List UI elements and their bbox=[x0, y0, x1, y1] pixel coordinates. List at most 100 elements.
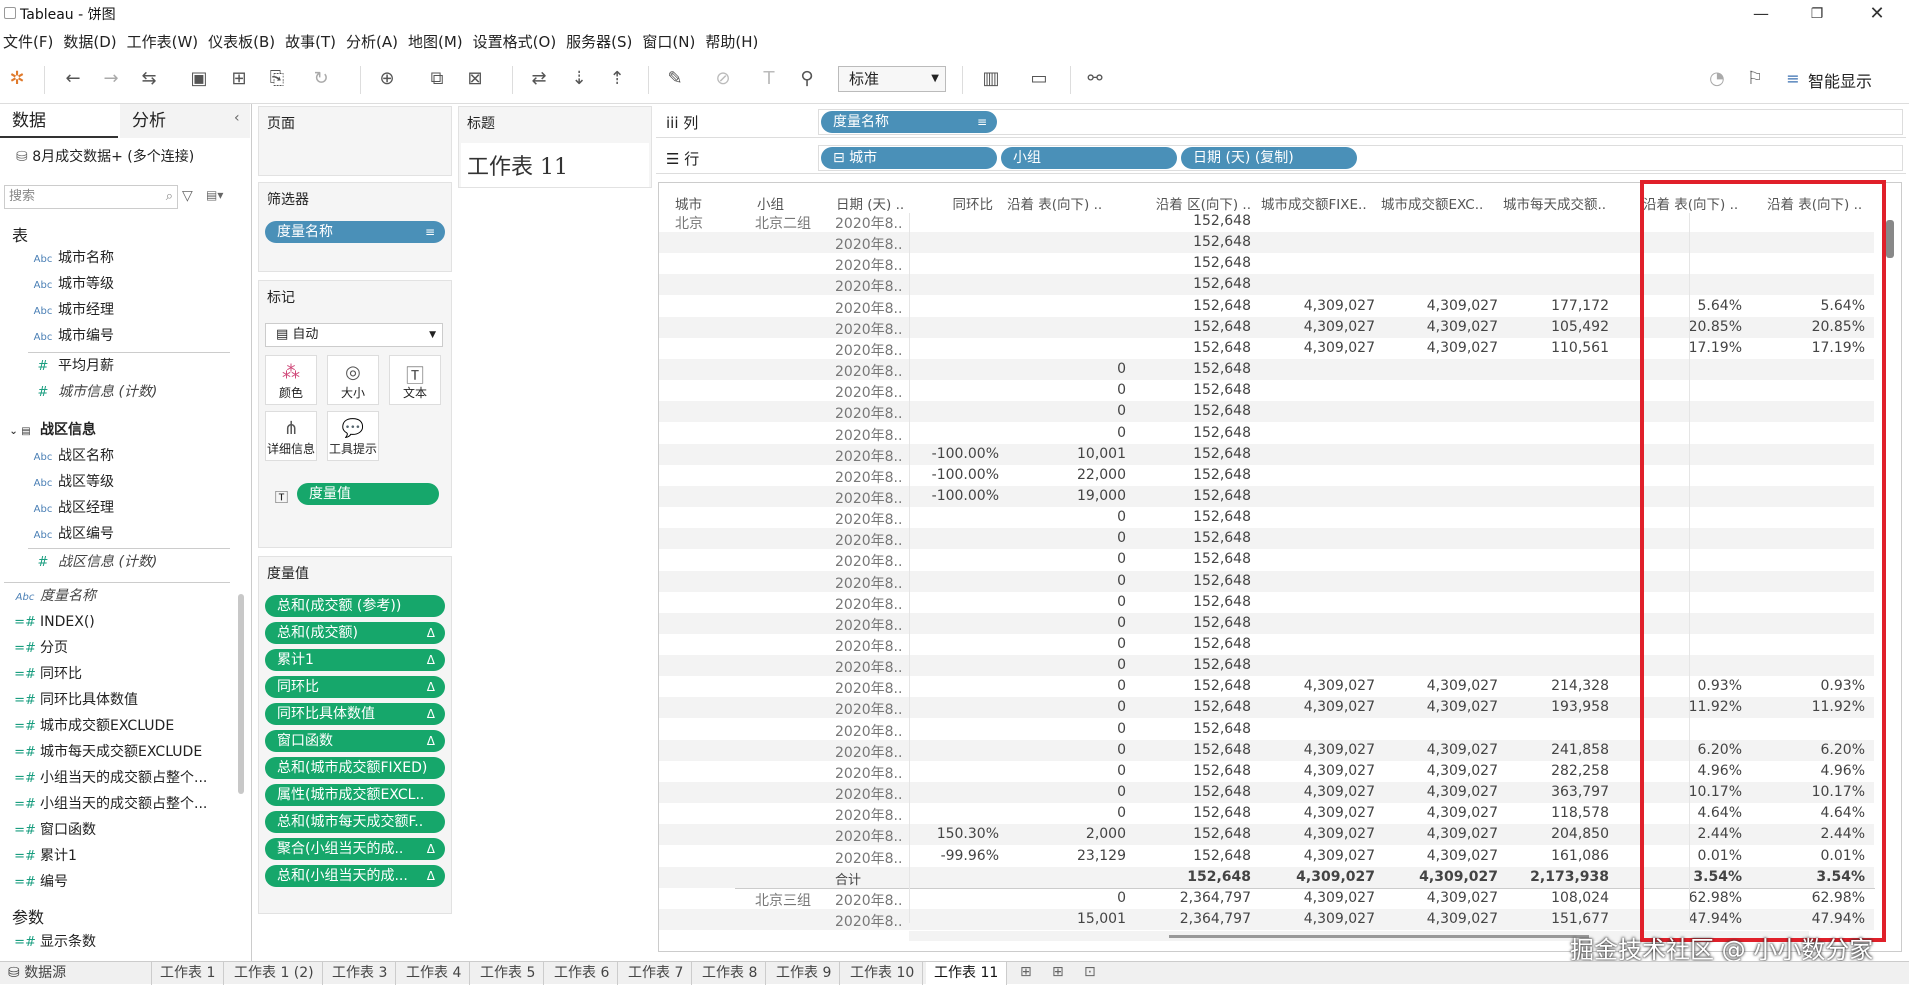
column-header[interactable]: 沿着 表(向下) .. bbox=[1007, 193, 1125, 213]
datasource-name[interactable]: ⛁ 8月成交数据+ (多个连接) bbox=[16, 146, 194, 166]
mv-pill[interactable]: 累计1 Δ bbox=[265, 649, 445, 671]
group-icon[interactable]: ⊘ bbox=[712, 68, 734, 90]
worksheet-title[interactable]: 工作表 11 bbox=[461, 143, 649, 187]
new-dashboard-icon[interactable]: ⊞ bbox=[1052, 964, 1064, 980]
param-display-count[interactable]: =# 显示条数 bbox=[10, 930, 240, 954]
row-pill-group[interactable]: 小组 bbox=[1001, 147, 1177, 169]
group-zone-info[interactable]: ⌄ ▤ 战区信息 bbox=[0, 418, 230, 442]
mark-type-select[interactable]: ▤ 自动 ▼ bbox=[265, 323, 443, 347]
tab-sheet[interactable]: 工作表 10 bbox=[842, 962, 924, 985]
swap-icon[interactable]: ⇄ bbox=[528, 68, 550, 90]
filter-pill-measure-names[interactable]: 度量名称 ≡ bbox=[265, 221, 445, 243]
rows-shelf[interactable]: ☰ 行 ⊟ 城市 小组 日期 (天) (复制) bbox=[656, 142, 1906, 174]
pause-update-icon[interactable]: ⎘ bbox=[266, 68, 288, 90]
fit-select[interactable]: 标准 ▼ bbox=[838, 66, 946, 92]
sort-asc-icon[interactable]: ⇣ bbox=[568, 68, 590, 90]
rows-drop-area[interactable]: ⊟ 城市 小组 日期 (天) (复制) bbox=[818, 145, 1903, 171]
mv-pill[interactable]: 总和(成交额 (参考)) bbox=[265, 595, 445, 617]
column-header[interactable]: 小组 bbox=[757, 193, 817, 213]
new-worksheet-icon[interactable]: ⊞ bbox=[1020, 964, 1032, 980]
column-header[interactable]: 沿着 区(向下) .. bbox=[1129, 193, 1251, 213]
menu-data[interactable]: 数据(D) bbox=[60, 31, 123, 52]
columns-shelf[interactable]: iii 列 度量名称 ≡ bbox=[656, 106, 1906, 138]
refresh-icon[interactable]: ↻ bbox=[310, 68, 332, 90]
calc-field-index[interactable]: =# INDEX() bbox=[10, 610, 240, 634]
menu-analysis[interactable]: 分析(A) bbox=[343, 31, 405, 52]
sort-desc-icon[interactable]: ⇡ bbox=[606, 68, 628, 90]
menu-file[interactable]: 文件(F) bbox=[0, 31, 60, 52]
tab-sheet[interactable]: 工作表 9 bbox=[768, 962, 841, 985]
search-input[interactable]: 搜索 ⌕ bbox=[4, 185, 178, 209]
new-datasource-icon[interactable]: ⊞ bbox=[228, 68, 250, 90]
undo-icon[interactable]: ← bbox=[62, 68, 84, 90]
restore-button[interactable]: ❐ bbox=[1792, 0, 1842, 28]
mv-pill[interactable]: 同环比具体数值 Δ bbox=[265, 703, 445, 725]
calc-field-group-share-2[interactable]: =# 小组当天的成交额占整个... bbox=[10, 792, 240, 816]
calc-field-group-share-1[interactable]: =# 小组当天的成交额占整个... bbox=[10, 766, 240, 790]
tab-sheet[interactable]: 工作表 4 bbox=[398, 962, 471, 985]
field-zone-level[interactable]: Abc 战区等级 bbox=[28, 470, 258, 494]
menu-window[interactable]: 窗口(N) bbox=[639, 31, 702, 52]
menu-map[interactable]: 地图(M) bbox=[405, 31, 470, 52]
calc-field-paging[interactable]: =# 分页 bbox=[10, 636, 240, 660]
labels-icon[interactable]: T bbox=[758, 68, 780, 90]
menu-worksheet[interactable]: 工作表(W) bbox=[124, 31, 206, 52]
filters-shelf[interactable]: 筛选器 度量名称 ≡ bbox=[258, 182, 452, 272]
menu-format[interactable]: 设置格式(O) bbox=[470, 31, 564, 52]
field-city-manager[interactable]: Abc 城市经理 bbox=[28, 298, 258, 322]
tab-sheet[interactable]: 工作表 8 bbox=[694, 962, 767, 985]
tab-data[interactable]: 数据 bbox=[0, 104, 118, 138]
field-city-id[interactable]: Abc 城市编号 bbox=[28, 324, 258, 348]
presentation-icon[interactable]: ▭ bbox=[1028, 68, 1050, 90]
calc-field-number[interactable]: =# 编号 bbox=[10, 870, 240, 894]
mv-pill[interactable]: 总和(成交额) Δ bbox=[265, 622, 445, 644]
close-button[interactable]: ✕ bbox=[1852, 0, 1902, 28]
menu-help[interactable]: 帮助(H) bbox=[702, 31, 765, 52]
redo-icon[interactable]: → bbox=[100, 68, 122, 90]
row-pill-city[interactable]: ⊟ 城市 bbox=[821, 147, 997, 169]
pages-shelf[interactable]: 页面 bbox=[258, 106, 452, 176]
clear-sheet-icon[interactable]: ⊠ bbox=[464, 68, 486, 90]
duplicate-icon[interactable]: ⧉ bbox=[426, 68, 448, 90]
row-pill-date-copy[interactable]: 日期 (天) (复制) bbox=[1181, 147, 1357, 169]
field-zone-info-count[interactable]: # 战区信息 (计数) bbox=[28, 550, 258, 574]
mv-pill[interactable]: 同环比 Δ bbox=[265, 676, 445, 698]
tableau-start-icon[interactable]: ✲ bbox=[6, 68, 28, 90]
tab-sheet-active[interactable]: 工作表 11 bbox=[926, 962, 1008, 985]
explain-icon[interactable]: ⚐ bbox=[1744, 68, 1766, 90]
tab-sheet[interactable]: 工作表 6 bbox=[546, 962, 619, 985]
marks-detail-button[interactable]: ⋔ 详细信息 bbox=[265, 411, 317, 461]
col-pill-measure-names[interactable]: 度量名称 ≡ bbox=[821, 111, 997, 133]
column-header[interactable]: 日期 (天) .. bbox=[836, 193, 906, 213]
calc-field-yoy[interactable]: =# 同环比 bbox=[10, 662, 240, 686]
field-city-level[interactable]: Abc 城市等级 bbox=[28, 272, 258, 296]
tab-analysis[interactable]: 分析 bbox=[120, 104, 250, 138]
column-header[interactable]: 城市 bbox=[675, 193, 725, 213]
calc-field-city-exclude[interactable]: =# 城市成交额EXCLUDE bbox=[10, 714, 240, 738]
share-icon[interactable]: ⚯ bbox=[1084, 68, 1106, 90]
field-measure-names[interactable]: Abc 度量名称 bbox=[10, 584, 240, 608]
tab-sheet[interactable]: 工作表 1 (2) bbox=[226, 962, 323, 985]
marks-size-button[interactable]: ◎ 大小 bbox=[327, 355, 379, 405]
minimize-button[interactable]: — bbox=[1736, 0, 1786, 28]
tab-sheet[interactable]: 工作表 1 bbox=[152, 962, 225, 985]
new-worksheet-icon[interactable]: ⊕ bbox=[376, 68, 398, 90]
collapse-icon[interactable]: ‹ bbox=[234, 110, 240, 126]
field-zone-name[interactable]: Abc 战区名称 bbox=[28, 444, 258, 468]
highlight-icon[interactable]: ✎ bbox=[664, 68, 686, 90]
column-header[interactable]: 城市成交额EXC.. bbox=[1381, 193, 1483, 213]
marks-color-button[interactable]: ⁂ 颜色 bbox=[265, 355, 317, 405]
tab-datasource[interactable]: ⛁ 数据源 bbox=[0, 962, 152, 985]
mv-pill[interactable]: 窗口函数 Δ bbox=[265, 730, 445, 752]
ask-data-icon[interactable]: ◔ bbox=[1706, 68, 1728, 90]
data-pane-scrollbar[interactable] bbox=[238, 594, 244, 794]
mv-pill[interactable]: 总和(城市成交额FIXED) bbox=[265, 757, 445, 779]
field-city-info-count[interactable]: # 城市信息 (计数) bbox=[28, 380, 258, 404]
mv-pill[interactable]: 聚合(小组当天的成.. Δ bbox=[265, 838, 445, 860]
tab-sheet[interactable]: 工作表 3 bbox=[324, 962, 397, 985]
filter-icon[interactable]: ▽ bbox=[182, 188, 193, 204]
field-avg-salary[interactable]: # 平均月薪 bbox=[28, 354, 258, 378]
column-header[interactable]: 城市成交额FIXE.. bbox=[1261, 193, 1369, 213]
marks-tooltip-button[interactable]: 💬 工具提示 bbox=[327, 411, 379, 461]
calc-field-yoy-value[interactable]: =# 同环比具体数值 bbox=[10, 688, 240, 712]
